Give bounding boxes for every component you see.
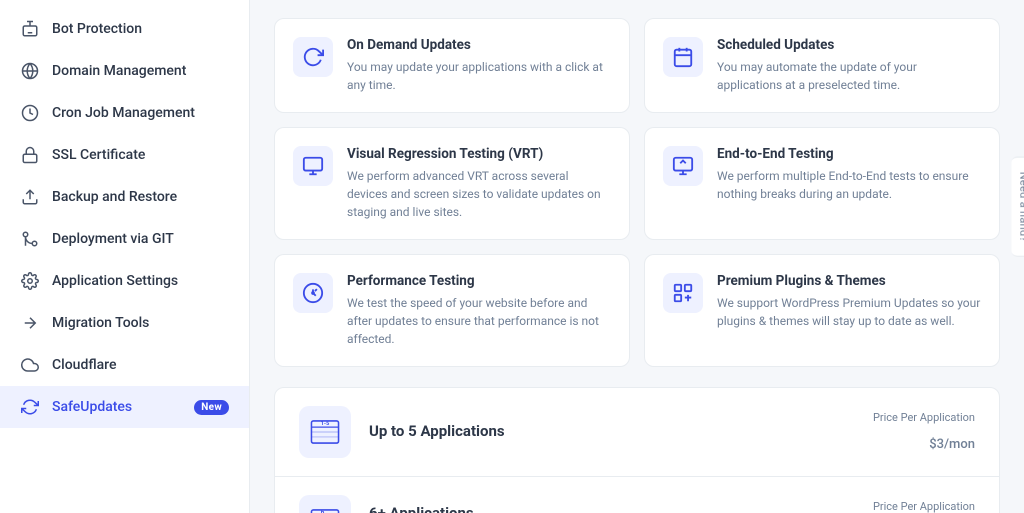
- pricing-row-6plus: 6 6+ Applications Save an extra $1 when …: [275, 476, 999, 513]
- performance-content: Performance Testing We test the speed of…: [347, 273, 611, 348]
- update-icon: [20, 397, 40, 417]
- bot-icon: [20, 19, 40, 39]
- on-demand-desc: You may update your applications with a …: [347, 58, 611, 94]
- scheduled-icon: [663, 37, 703, 77]
- performance-icon: [293, 273, 333, 313]
- performance-title: Performance Testing: [347, 273, 611, 289]
- sidebar-item-label: Cloudflare: [52, 357, 116, 373]
- sidebar-item-label: SafeUpdates: [52, 399, 132, 415]
- pricing-section: 1-5 Up to 5 Applications Price Per Appli…: [274, 387, 1000, 513]
- feature-card-e2e: End-to-End Testing We perform multiple E…: [644, 127, 1000, 240]
- clock-icon: [20, 103, 40, 123]
- pricing-price-5: Price Per Application $3/mon: [873, 411, 975, 454]
- e2e-desc: We perform multiple End-to-End tests to …: [717, 167, 981, 203]
- sidebar: Bot Protection Domain Management Cron Jo…: [0, 0, 250, 513]
- scheduled-desc: You may automate the update of your appl…: [717, 58, 981, 94]
- domain-icon: [20, 61, 40, 81]
- e2e-content: End-to-End Testing We perform multiple E…: [717, 146, 981, 203]
- features-grid: On Demand Updates You may update your ap…: [274, 18, 1000, 367]
- sidebar-item-label: Cron Job Management: [52, 105, 195, 121]
- sidebar-item-label: Migration Tools: [52, 315, 149, 331]
- sidebar-item-label: Domain Management: [52, 63, 186, 79]
- feature-card-performance: Performance Testing We test the speed of…: [274, 254, 630, 367]
- pricing-label-5: Price Per Application: [873, 411, 975, 424]
- feature-card-scheduled: Scheduled Updates You may automate the u…: [644, 18, 1000, 113]
- sidebar-item-app-settings[interactable]: Application Settings: [0, 260, 249, 302]
- migration-icon: [20, 313, 40, 333]
- sidebar-item-safeupdates[interactable]: SafeUpdates New: [0, 386, 249, 428]
- premium-desc: We support WordPress Premium Updates so …: [717, 294, 981, 330]
- sidebar-item-ssl[interactable]: SSL Certificate: [0, 134, 249, 176]
- pricing-price-6plus: Price Per Application $2/mon: [873, 500, 975, 513]
- feature-card-vrt: Visual Regression Testing (VRT) We perfo…: [274, 127, 630, 240]
- settings-icon: [20, 271, 40, 291]
- need-hand-tab[interactable]: Need a hand?: [1011, 156, 1024, 256]
- sidebar-item-deployment[interactable]: Deployment via GIT: [0, 218, 249, 260]
- pricing-label-6plus: Price Per Application: [873, 500, 975, 513]
- premium-content: Premium Plugins & Themes We support Word…: [717, 273, 981, 330]
- svg-text:1-5: 1-5: [321, 421, 330, 427]
- pricing-icon-5: 1-5: [299, 406, 351, 458]
- sidebar-item-label: SSL Certificate: [52, 147, 145, 163]
- sidebar-item-domain[interactable]: Domain Management: [0, 50, 249, 92]
- main-content: On Demand Updates You may update your ap…: [250, 0, 1024, 513]
- lock-icon: [20, 145, 40, 165]
- sidebar-item-label: Deployment via GIT: [52, 231, 174, 247]
- on-demand-title: On Demand Updates: [347, 37, 611, 53]
- feature-card-premium: Premium Plugins & Themes We support Word…: [644, 254, 1000, 367]
- pricing-info-5: Up to 5 Applications: [369, 422, 855, 442]
- on-demand-icon: [293, 37, 333, 77]
- pricing-icon-6plus: 6: [299, 495, 351, 513]
- pricing-row-5: 1-5 Up to 5 Applications Price Per Appli…: [275, 388, 999, 476]
- sidebar-item-migration[interactable]: Migration Tools: [0, 302, 249, 344]
- e2e-icon: [663, 146, 703, 186]
- sidebar-item-backup[interactable]: Backup and Restore: [0, 176, 249, 218]
- svg-text:6: 6: [321, 508, 325, 513]
- scheduled-content: Scheduled Updates You may automate the u…: [717, 37, 981, 94]
- pricing-info-6plus: 6+ Applications Save an extra $1 when yo…: [369, 504, 855, 513]
- sidebar-item-cloudflare[interactable]: Cloudflare: [0, 344, 249, 386]
- sidebar-item-bot-protection[interactable]: Bot Protection: [0, 8, 249, 50]
- sidebar-item-label: Application Settings: [52, 273, 178, 289]
- pricing-amount-5: $3/mon: [929, 426, 975, 454]
- premium-title: Premium Plugins & Themes: [717, 273, 981, 289]
- sidebar-item-label: Bot Protection: [52, 21, 142, 37]
- vrt-desc: We perform advanced VRT across several d…: [347, 167, 611, 221]
- scheduled-title: Scheduled Updates: [717, 37, 981, 53]
- sidebar-item-label: Backup and Restore: [52, 189, 177, 205]
- e2e-title: End-to-End Testing: [717, 146, 981, 162]
- sidebar-item-cron[interactable]: Cron Job Management: [0, 92, 249, 134]
- pricing-title-6plus: 6+ Applications: [369, 504, 855, 513]
- vrt-title: Visual Regression Testing (VRT): [347, 146, 611, 162]
- feature-card-on-demand: On Demand Updates You may update your ap…: [274, 18, 630, 113]
- premium-icon: [663, 273, 703, 313]
- vrt-content: Visual Regression Testing (VRT) We perfo…: [347, 146, 611, 221]
- vrt-icon: [293, 146, 333, 186]
- git-icon: [20, 229, 40, 249]
- cloud-icon: [20, 355, 40, 375]
- on-demand-content: On Demand Updates You may update your ap…: [347, 37, 611, 94]
- performance-desc: We test the speed of your website before…: [347, 294, 611, 348]
- new-badge: New: [194, 400, 229, 415]
- backup-icon: [20, 187, 40, 207]
- pricing-title-5: Up to 5 Applications: [369, 422, 855, 440]
